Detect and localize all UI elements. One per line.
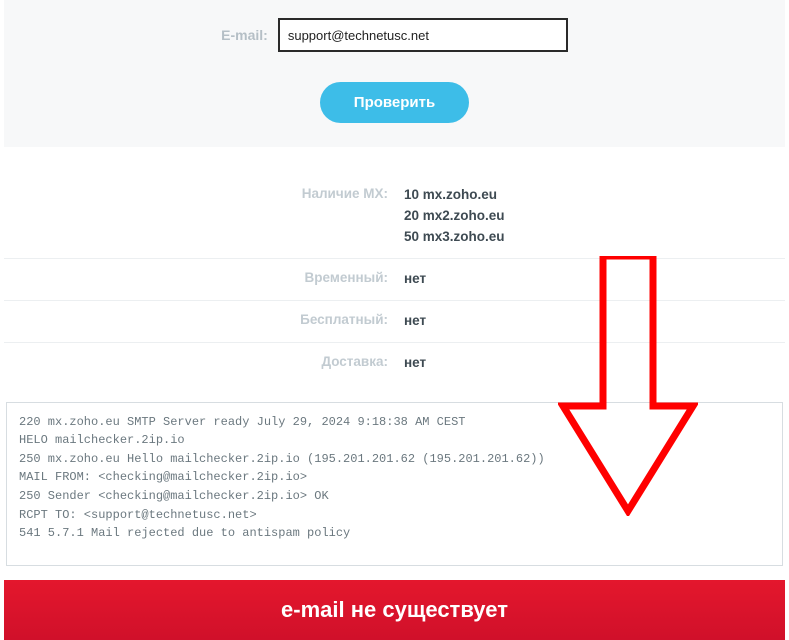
result-row-delivery: Доставка: нет xyxy=(4,343,785,384)
check-button[interactable]: Проверить xyxy=(320,82,469,123)
result-value-free: нет xyxy=(404,311,785,332)
check-button-wrap: Проверить xyxy=(4,82,785,123)
result-value-temporary: нет xyxy=(404,269,785,290)
result-label-mx: Наличие MX: xyxy=(4,185,404,201)
result-label-temporary: Временный: xyxy=(4,269,404,285)
result-label-free: Бесплатный: xyxy=(4,311,404,327)
result-value-mx: 10 mx.zoho.eu20 mx2.zoho.eu50 mx3.zoho.e… xyxy=(404,185,785,248)
results-panel: Наличие MX: 10 mx.zoho.eu20 mx2.zoho.eu5… xyxy=(0,175,789,384)
mx-record: 10 mx.zoho.eu xyxy=(404,185,785,206)
email-row: E-mail: xyxy=(4,18,785,52)
mx-record: 20 mx2.zoho.eu xyxy=(404,206,785,227)
result-row-free: Бесплатный: нет xyxy=(4,301,785,343)
check-form-panel: E-mail: Проверить xyxy=(4,0,785,147)
result-label-delivery: Доставка: xyxy=(4,353,404,369)
result-row-temporary: Временный: нет xyxy=(4,259,785,301)
result-row-mx: Наличие MX: 10 mx.zoho.eu20 mx2.zoho.eu5… xyxy=(4,175,785,259)
smtp-log: 220 mx.zoho.eu SMTP Server ready July 29… xyxy=(6,402,783,566)
email-input[interactable] xyxy=(278,18,568,52)
result-value-delivery: нет xyxy=(404,353,785,374)
email-label: E-mail: xyxy=(221,27,268,43)
mx-record: 50 mx3.zoho.eu xyxy=(404,227,785,248)
result-banner: e-mail не существует xyxy=(4,580,785,640)
